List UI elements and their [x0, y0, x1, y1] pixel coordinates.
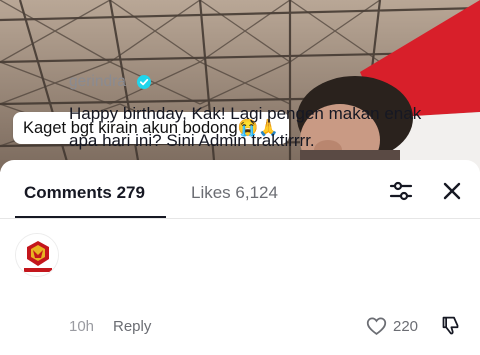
heart-icon[interactable] — [366, 316, 387, 336]
filter-button[interactable] — [388, 178, 414, 204]
close-icon — [443, 182, 461, 200]
active-tab-indicator — [15, 216, 166, 218]
avatar[interactable] — [15, 233, 59, 277]
comments-tabs: Comments 279 Likes 6,124 — [0, 160, 480, 219]
thumbs-down-icon[interactable] — [440, 315, 461, 336]
verified-badge-icon — [137, 75, 151, 89]
reply-button[interactable]: Reply — [113, 318, 151, 335]
tab-comments[interactable]: Comments 279 — [24, 183, 145, 203]
close-button[interactable] — [439, 178, 465, 204]
comment-text: Happy birthday, Kak! Lagi pengen makan e… — [69, 104, 422, 150]
filter-icon — [389, 181, 413, 201]
comment-username[interactable]: gerindra — [69, 73, 126, 91]
comment-like-count: 220 — [393, 318, 419, 335]
comment-timestamp: 10h — [69, 318, 95, 335]
tab-likes[interactable]: Likes 6,124 — [191, 183, 278, 203]
gerindra-logo-icon — [16, 234, 58, 276]
